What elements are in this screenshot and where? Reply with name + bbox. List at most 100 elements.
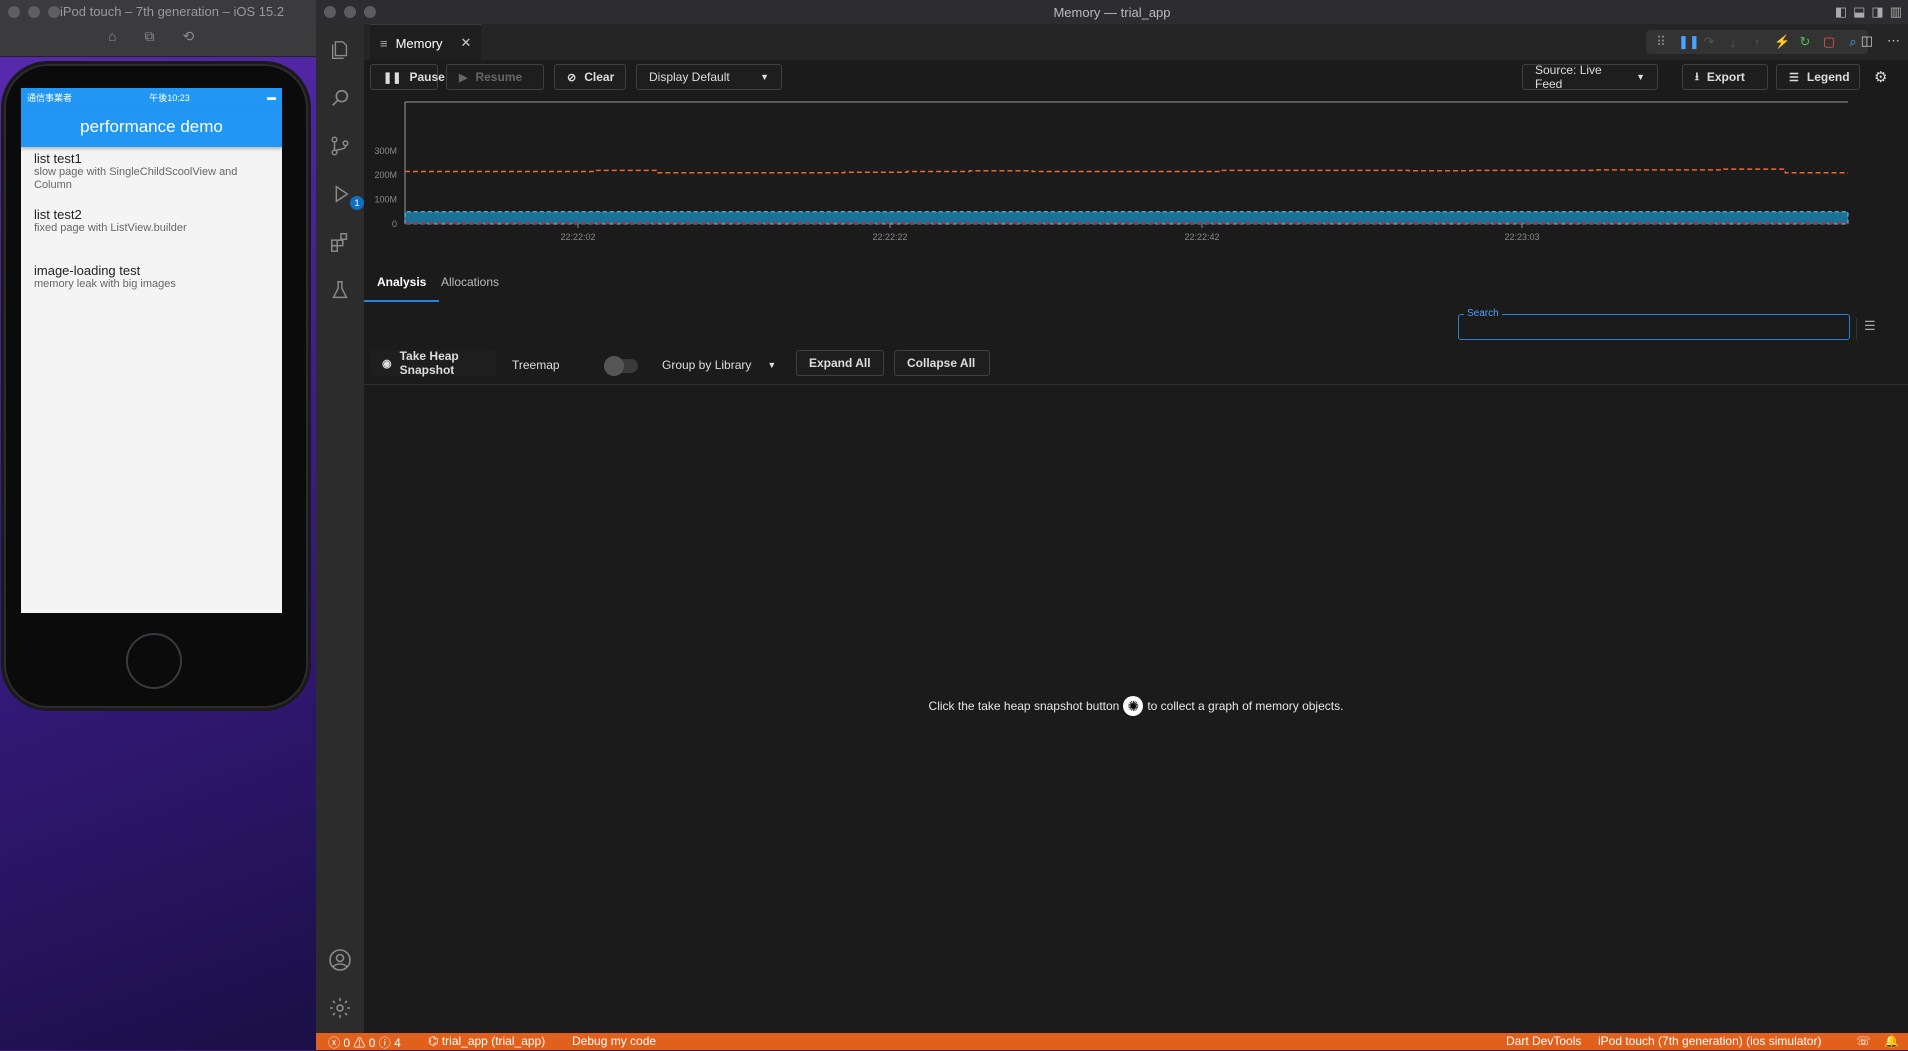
debug-toolbar: ⠿ ❚❚ ↷ ↓ ↑ ⚡ ↻ ▢ ⌕ bbox=[1646, 30, 1868, 54]
step-over-icon[interactable]: ↷ bbox=[1702, 34, 1716, 50]
list-item[interactable]: list test2 fixed page with ListView.buil… bbox=[21, 203, 282, 259]
empty-text-after: to collect a graph of memory objects. bbox=[1147, 699, 1344, 713]
export-button[interactable]: ⭳ Export bbox=[1682, 64, 1768, 90]
list-item-title: image-loading test bbox=[34, 263, 141, 278]
explorer-icon[interactable] bbox=[328, 38, 352, 62]
debug-target[interactable]: ⌬ trial_app (trial_app) bbox=[428, 1034, 545, 1048]
search-icon[interactable] bbox=[328, 86, 352, 110]
source-dropdown[interactable]: Source: Live Feed ▼ bbox=[1522, 63, 1658, 91]
extensions-icon[interactable] bbox=[328, 230, 352, 254]
editor-tabs: ≡ Memory ✕ ⠿ ❚❚ ↷ ↓ ↑ ⚡ ↻ ▢ ⌕ ◫ ⋯ bbox=[364, 24, 1908, 61]
home-icon[interactable]: ⌂ bbox=[108, 28, 116, 45]
list-item-title: list test2 bbox=[34, 207, 82, 222]
display-dropdown[interactable]: Display Default ▼ bbox=[636, 64, 782, 90]
simulator-title: iPod touch – 7th generation – iOS 15.2 bbox=[60, 4, 285, 19]
settings-gear-icon[interactable]: ⚙ bbox=[1874, 68, 1887, 86]
treemap-toggle[interactable] bbox=[604, 356, 638, 376]
warning-icon: ⚠ bbox=[353, 1036, 366, 1050]
list-item[interactable]: image-loading test memory leak with big … bbox=[21, 259, 282, 303]
stop-icon[interactable]: ▢ bbox=[1822, 34, 1836, 50]
tab-allocations[interactable]: Allocations bbox=[428, 264, 512, 300]
list-item[interactable]: list test1 slow page with SingleChildSco… bbox=[21, 147, 282, 203]
phone-screen: 通信事業者 午後10:23 ▬ performance demo list te… bbox=[21, 88, 282, 613]
memory-chart: 300M 200M 100M 0 22:22:02 22:22:22 22:22:42 22:… bbox=[364, 96, 1908, 280]
resume-label: Resume bbox=[475, 70, 523, 84]
clear-button[interactable]: ⊘ Clear bbox=[554, 64, 626, 90]
debug-badge: 1 bbox=[350, 196, 364, 210]
problems-indicator[interactable]: ⓧ 0 ⚠ 0 ⓘ 4 bbox=[328, 1034, 401, 1051]
collapse-all-button[interactable]: Collapse All bbox=[894, 350, 990, 376]
restart-icon[interactable]: ↻ bbox=[1798, 34, 1812, 50]
app-title: performance demo bbox=[80, 116, 223, 136]
chevron-down-icon: ▼ bbox=[1636, 72, 1645, 82]
tab-analysis-label: Analysis bbox=[377, 275, 427, 289]
zoom-window-button[interactable] bbox=[48, 6, 60, 18]
toggle-secondary-sidebar-icon[interactable]: ◨ bbox=[1871, 4, 1883, 20]
status-bar: ⓧ 0 ⚠ 0 ⓘ 4 ⌬ trial_app (trial_app) Debu… bbox=[316, 1033, 1908, 1050]
step-into-icon[interactable]: ↓ bbox=[1726, 35, 1740, 50]
y-tick-label: 0 bbox=[392, 219, 397, 229]
search-label: Search bbox=[1464, 308, 1502, 319]
group-by-dropdown[interactable]: Group by Library ▼ bbox=[662, 358, 776, 372]
hot-reload-icon[interactable]: ⚡ bbox=[1774, 34, 1790, 50]
manage-gear-icon[interactable] bbox=[328, 996, 352, 1020]
tab-allocations-label: Allocations bbox=[441, 275, 500, 289]
toggle-sidebar-icon[interactable]: ◧ bbox=[1835, 4, 1847, 20]
step-out-icon[interactable]: ↑ bbox=[1750, 35, 1764, 50]
x-tick-label: 22:22:22 bbox=[872, 232, 907, 242]
tab-memory[interactable]: ≡ Memory ✕ bbox=[370, 24, 482, 61]
editor-actions: ◫ ⋯ bbox=[1861, 33, 1900, 49]
drag-handle-icon[interactable]: ⠿ bbox=[1654, 34, 1668, 50]
feedback-icon[interactable]: ☏ bbox=[1856, 1034, 1871, 1048]
close-window-button[interactable] bbox=[8, 6, 20, 18]
phone-home-button[interactable] bbox=[126, 633, 182, 689]
clear-label: Clear bbox=[584, 70, 615, 84]
rotate-icon[interactable]: ⟲ bbox=[182, 28, 194, 45]
expand-all-label: Expand All bbox=[809, 356, 871, 370]
resume-button[interactable]: ▶ Resume bbox=[446, 64, 544, 90]
bell-icon[interactable]: 🔔 bbox=[1884, 1034, 1899, 1048]
minimize-window-button[interactable] bbox=[28, 6, 40, 18]
series-area-used-heap bbox=[404, 211, 1849, 225]
clock-label: 午後10:23 bbox=[149, 92, 190, 103]
list-item-subtitle: slow page with SingleChildScoolView and … bbox=[34, 166, 238, 191]
pause-icon[interactable]: ❚❚ bbox=[1678, 34, 1700, 50]
block-icon: ⊘ bbox=[567, 71, 577, 84]
customize-layout-icon[interactable]: ▥ bbox=[1890, 4, 1902, 20]
tab-label: Memory bbox=[395, 35, 443, 51]
more-actions-icon[interactable]: ⋯ bbox=[1887, 33, 1900, 49]
take-heap-snapshot-button[interactable]: ◉ Take Heap Snapshot bbox=[370, 349, 496, 377]
app-bar: performance demo bbox=[21, 106, 282, 147]
camera-shutter-icon: ✺ bbox=[1123, 696, 1144, 716]
split-editor-icon[interactable]: ◫ bbox=[1861, 33, 1873, 49]
devtools-icon[interactable]: ⌕ bbox=[1846, 34, 1860, 50]
error-count: 0 bbox=[343, 1036, 351, 1050]
carrier-label: 通信事業者 bbox=[27, 92, 73, 103]
search-input[interactable] bbox=[1458, 314, 1850, 340]
dart-devtools-link[interactable]: Dart DevTools bbox=[1506, 1034, 1581, 1048]
legend-button[interactable]: ☰ Legend bbox=[1776, 64, 1860, 90]
debug-mode[interactable]: Debug my code bbox=[572, 1034, 656, 1048]
testing-icon[interactable] bbox=[328, 278, 352, 302]
y-tick-label: 300M bbox=[374, 146, 397, 156]
menu-icon: ≡ bbox=[380, 35, 388, 51]
window-titlebar: Memory — trial_app ◧ ⬓ ◨ ▥ bbox=[316, 0, 1908, 25]
account-icon[interactable] bbox=[328, 948, 352, 972]
display-value: Display Default bbox=[649, 70, 730, 84]
run-debug-icon[interactable]: 1 bbox=[328, 182, 364, 210]
filter-icon[interactable]: ☰ bbox=[1864, 318, 1876, 334]
source-control-icon[interactable] bbox=[328, 134, 352, 158]
list-item-subtitle: fixed page with ListView.builder bbox=[34, 222, 187, 234]
toggle-panel-icon[interactable]: ⬓ bbox=[1853, 4, 1865, 20]
y-tick-label: 100M bbox=[374, 195, 397, 205]
device-selector[interactable]: iPod touch (7th generation) (ios simulat… bbox=[1598, 1034, 1821, 1048]
battery-icon: ▬ bbox=[266, 92, 276, 102]
expand-all-button[interactable]: Expand All bbox=[796, 350, 884, 376]
close-icon[interactable]: ✕ bbox=[461, 35, 472, 51]
take-snapshot-label: Take Heap Snapshot bbox=[399, 349, 459, 377]
list-item-title: list test1 bbox=[34, 151, 82, 166]
screenshot-icon[interactable]: ⧉ bbox=[144, 28, 154, 45]
download-icon: ⭳ bbox=[1695, 70, 1699, 83]
pause-button[interactable]: ❚❚ Pause bbox=[370, 64, 445, 90]
simulator-tools: ⌂ ⧉ ⟲ bbox=[108, 28, 194, 45]
